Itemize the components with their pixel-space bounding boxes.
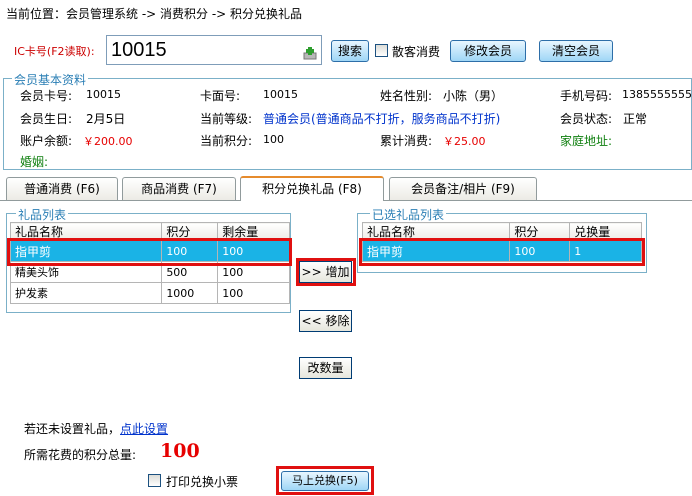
highlight-selected-row (359, 238, 645, 266)
points-value: 100 (263, 133, 284, 146)
balance-label: 账户余额: (20, 134, 73, 148)
print-receipt-label: 打印兑换小票 (166, 475, 239, 489)
level-value: 普通会员(普通商品不打折，服务商品不打折) (263, 112, 501, 126)
total-points-value: 100 (160, 440, 200, 462)
birthday-label: 会员生日: (20, 112, 73, 126)
selected-list-title: 已选礼品列表 (370, 206, 447, 223)
ic-card-input[interactable]: 10015 (106, 35, 322, 65)
total-points-label: 所需花费的积分总量: (24, 448, 137, 462)
table-row[interactable]: 护发素 1000 100 (9, 282, 290, 304)
ic-card-label: IC卡号(F2读取): (14, 45, 95, 58)
tab-normal-consume[interactable]: 普通消费 (F6) (6, 177, 118, 200)
marriage-label: 婚姻: (20, 155, 49, 169)
gift-remaining: 100 (217, 282, 290, 304)
level-label: 当前等级: (200, 112, 253, 126)
edit-member-button[interactable]: 修改会员 (450, 40, 526, 62)
walkin-checkbox[interactable] (375, 44, 388, 57)
clear-member-button[interactable]: 清空会员 (539, 40, 613, 62)
highlight-add-button (296, 258, 356, 286)
status-label: 会员状态: (560, 112, 613, 126)
walkin-label: 散客消费 (392, 45, 441, 59)
tab-points-redeem[interactable]: 积分兑换礼品 (F8) (240, 176, 384, 201)
status-value: 正常 (623, 112, 648, 126)
birthday-value: 2月5日 (86, 112, 126, 126)
face-no-label: 卡面号: (200, 89, 241, 103)
add-card-icon[interactable] (303, 43, 317, 60)
phone-value: 13855555555 (622, 88, 692, 101)
points-label: 当前积分: (200, 134, 253, 148)
print-receipt-checkbox[interactable] (148, 474, 161, 487)
highlight-gift-row (7, 238, 292, 266)
card-no-value: 10015 (86, 88, 121, 101)
address-label: 家庭地址: (560, 134, 613, 148)
ic-card-value: 10015 (111, 38, 167, 61)
highlight-redeem-button (276, 466, 374, 495)
setup-hint-text: 若还未设置礼品， (24, 422, 121, 436)
tab-member-notes[interactable]: 会员备注/相片 (F9) (389, 177, 537, 200)
gift-points: 1000 (161, 282, 219, 304)
name-gender-label: 姓名性别: (380, 89, 433, 103)
phone-label: 手机号码: (560, 89, 613, 103)
setup-hint: 若还未设置礼品，点此设置 (24, 420, 168, 437)
breadcrumb: 当前位置：会员管理系统 -> 消费积分 -> 积分兑换礼品 (6, 7, 303, 21)
search-button[interactable]: 搜索 (331, 40, 369, 62)
change-qty-button[interactable]: 改数量 (299, 357, 352, 379)
member-info-title: 会员基本资料 (12, 71, 89, 88)
face-no-value: 10015 (263, 88, 298, 101)
name-gender-value: 小陈（男） (443, 89, 504, 103)
tab-goods-consume[interactable]: 商品消费 (F7) (122, 177, 236, 200)
card-no-label: 会员卡号: (20, 89, 73, 103)
total-spent-label: 累计消费: (380, 134, 433, 148)
gift-list-title: 礼品列表 (16, 206, 69, 223)
balance-value: ￥200.00 (83, 135, 133, 148)
setup-link[interactable]: 点此设置 (120, 422, 168, 436)
total-spent-value: ￥25.00 (443, 135, 486, 148)
remove-gift-button[interactable]: << 移除 (299, 310, 352, 332)
gift-name: 护发素 (9, 282, 163, 304)
